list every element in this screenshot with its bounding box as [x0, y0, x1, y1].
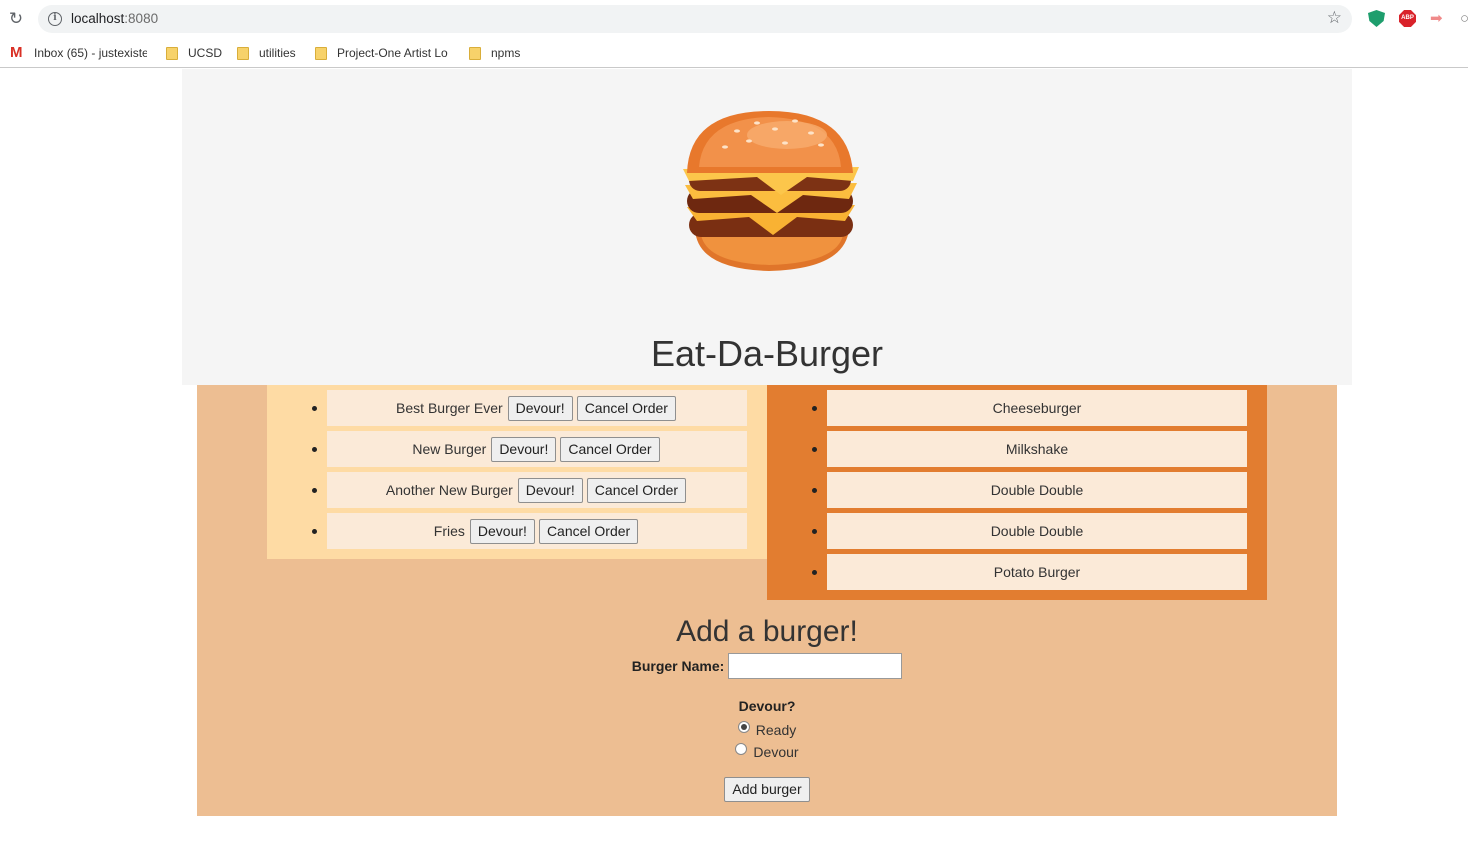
- address-bar[interactable]: i localhost:8080 ☆: [38, 5, 1352, 33]
- shield-extension-icon[interactable]: [1368, 10, 1385, 27]
- bookmark-utilities[interactable]: utilities: [237, 44, 296, 62]
- devour-button[interactable]: Devour!: [507, 395, 573, 421]
- folder-icon: [469, 46, 481, 60]
- radio-ready-label: Ready: [755, 722, 797, 738]
- devoured-burgers-column: Cheeseburger Milkshake Double Double Dou…: [767, 385, 1267, 600]
- cancel-order-button[interactable]: Cancel Order: [576, 395, 676, 421]
- devour-question: Devour?: [738, 698, 796, 714]
- main-container: Best Burger Ever Devour! Cancel Order Ne…: [197, 385, 1337, 816]
- cancel-order-button[interactable]: Cancel Order: [586, 477, 687, 503]
- browser-toolbar: ↻ i localhost:8080 ☆ ABP ➡ ○: [0, 0, 1468, 38]
- radio-ready[interactable]: [737, 721, 750, 733]
- bookmark-label: utilities: [259, 46, 296, 60]
- cancel-order-button[interactable]: Cancel Order: [538, 518, 639, 544]
- burger-name: Double Double: [990, 523, 1084, 539]
- ready-burger-item: New Burger Devour! Cancel Order: [312, 431, 747, 467]
- ready-burger-item: Fries Devour! Cancel Order: [312, 513, 747, 549]
- more-extension-icon[interactable]: ○: [1460, 10, 1468, 27]
- devour-button[interactable]: Devour!: [517, 477, 583, 503]
- burger-name: Another New Burger: [385, 482, 513, 498]
- devoured-burger-item: Double Double: [812, 472, 1247, 508]
- radio-devour-row[interactable]: Devour: [197, 743, 1337, 761]
- gmail-icon: M: [10, 44, 23, 61]
- burger-name-label: Burger Name:: [631, 658, 725, 674]
- url-port: :8080: [124, 11, 159, 26]
- devoured-burger-item: Potato Burger: [812, 554, 1247, 590]
- bookmark-project-one[interactable]: Project-One Artist Lo: [315, 44, 449, 62]
- burger-logo: [683, 111, 859, 271]
- bookmark-gmail[interactable]: M Inbox (65) - justexiste: [10, 44, 147, 62]
- arrow-extension-icon[interactable]: ➡: [1430, 10, 1447, 27]
- bookmark-npms[interactable]: npms: [469, 44, 520, 62]
- burger-name: Cheeseburger: [992, 400, 1082, 416]
- bookmark-star-icon[interactable]: ☆: [1327, 8, 1342, 28]
- bookmark-ucsd[interactable]: UCSD: [166, 44, 222, 62]
- reload-icon[interactable]: ↻: [6, 9, 26, 29]
- bookmark-label: npms: [491, 46, 521, 60]
- burger-name: Double Double: [990, 482, 1084, 498]
- radio-devour[interactable]: [735, 743, 748, 755]
- bookmark-label: UCSD: [188, 46, 223, 60]
- burger-name-input[interactable]: [728, 653, 903, 679]
- page-title: Eat-Da-Burger: [650, 333, 884, 374]
- devour-button[interactable]: Devour!: [469, 518, 535, 544]
- radio-devour-label: Devour: [753, 744, 799, 760]
- burger-name: Best Burger Ever: [396, 400, 503, 416]
- folder-icon: [237, 46, 249, 60]
- info-icon[interactable]: i: [48, 12, 62, 26]
- devoured-burger-item: Cheeseburger: [812, 390, 1247, 426]
- bookmark-label: Project-One Artist Lo: [337, 46, 448, 60]
- add-burger-form: Add a burger! Burger Name: Devour? Ready…: [197, 615, 1337, 802]
- radio-ready-row[interactable]: Ready: [197, 721, 1337, 739]
- adblock-plus-icon[interactable]: ABP: [1399, 10, 1416, 27]
- burger-name: Potato Burger: [993, 564, 1081, 580]
- folder-icon: [166, 46, 178, 60]
- bookmarks-bar: M Inbox (65) - justexiste UCSD utilities…: [0, 38, 1468, 68]
- burger-name-row: Burger Name:: [197, 653, 1337, 679]
- cancel-order-button[interactable]: Cancel Order: [560, 436, 660, 462]
- url-host: localhost: [71, 11, 125, 26]
- devoured-burger-item: Milkshake: [812, 431, 1247, 467]
- burger-name: Fries: [433, 523, 465, 539]
- devoured-burger-item: Double Double: [812, 513, 1247, 549]
- header-jumbotron: Eat-Da-Burger: [182, 69, 1352, 385]
- burger-name: Milkshake: [1005, 441, 1069, 457]
- folder-icon: [315, 46, 327, 60]
- ready-burger-item: Another New Burger Devour! Cancel Order: [312, 472, 747, 508]
- ready-burgers-column: Best Burger Ever Devour! Cancel Order Ne…: [267, 385, 767, 559]
- burger-name: New Burger: [412, 441, 487, 457]
- add-burger-button[interactable]: Add burger: [724, 777, 810, 802]
- devour-button[interactable]: Devour!: [491, 436, 557, 462]
- ready-burger-item: Best Burger Ever Devour! Cancel Order: [312, 390, 747, 426]
- url-text: localhost:8080: [71, 11, 158, 26]
- form-heading: Add a burger!: [676, 615, 858, 648]
- bookmark-label: Inbox (65) - justexiste: [34, 46, 147, 60]
